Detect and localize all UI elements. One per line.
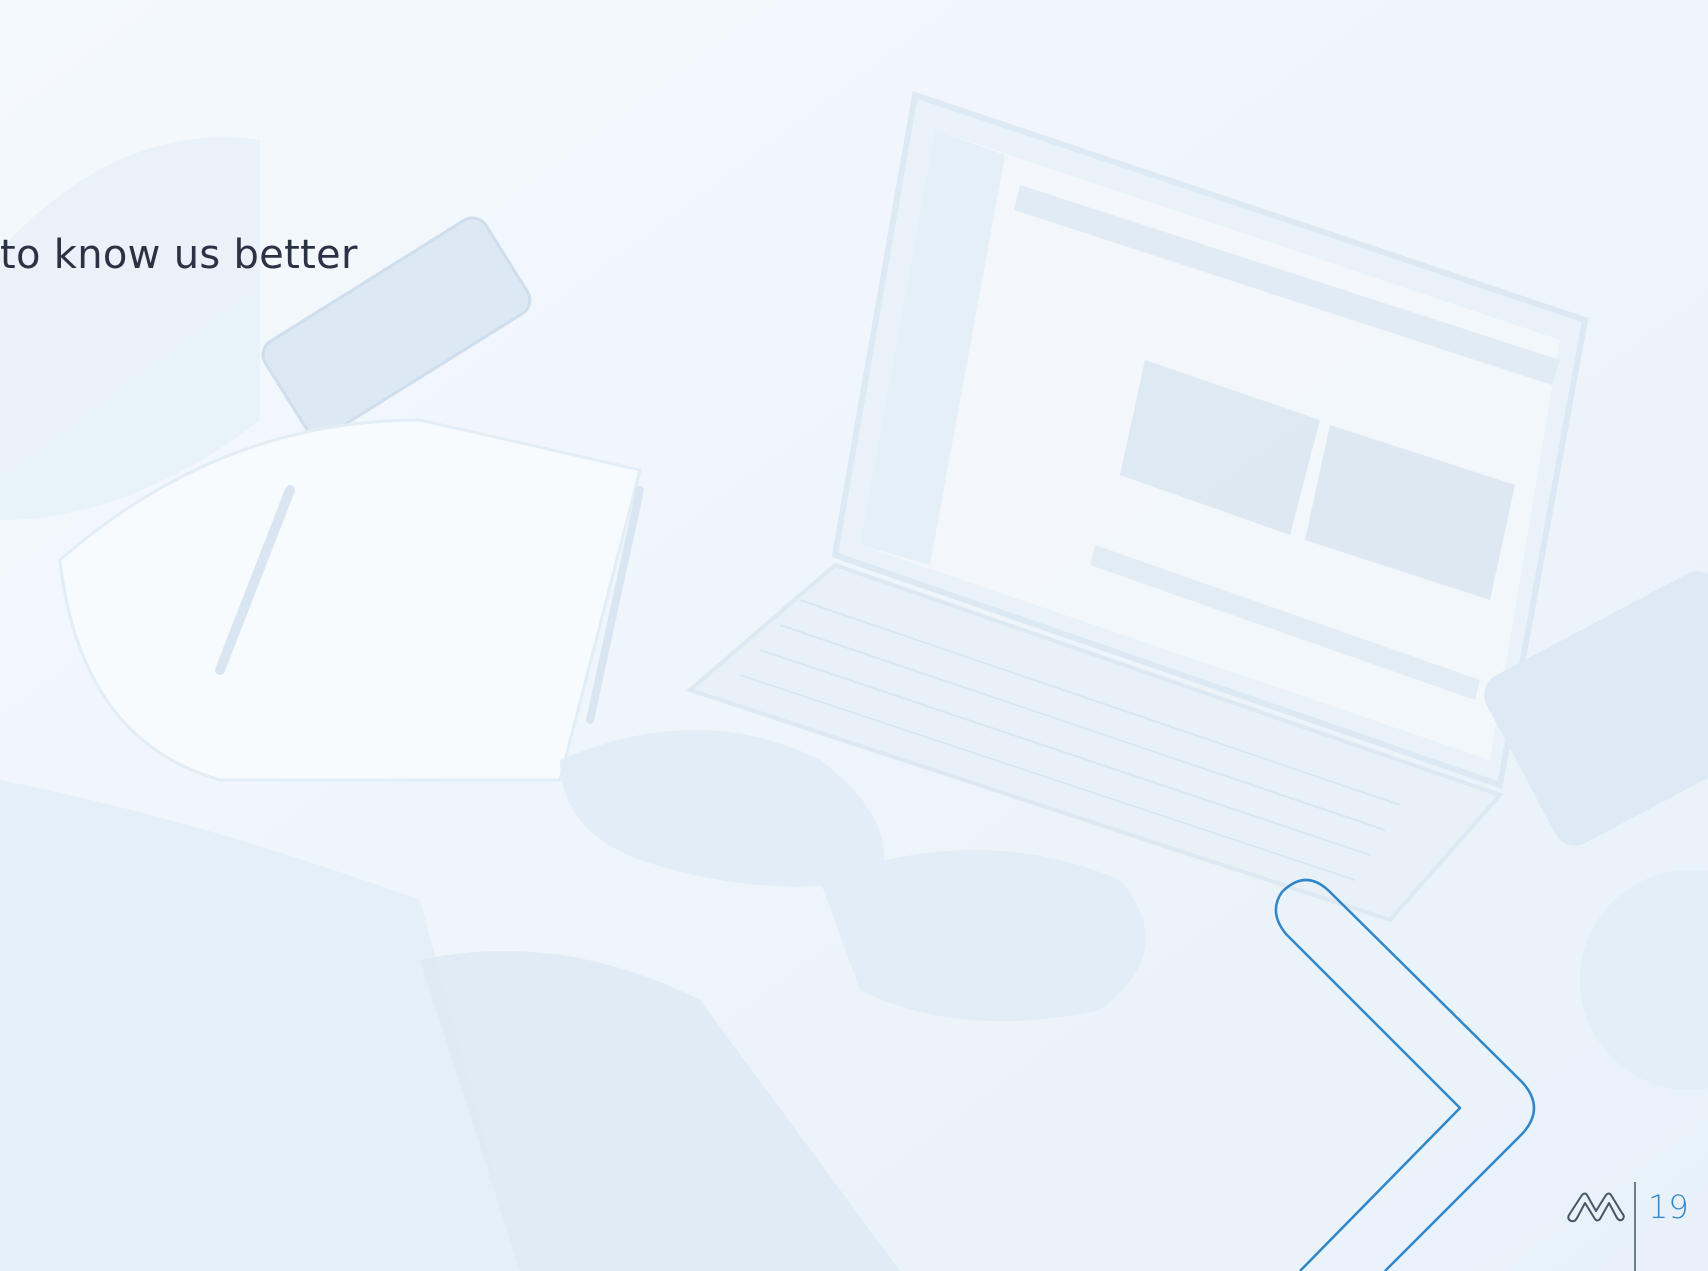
- background-photo: [0, 0, 1708, 1271]
- footer-divider: [1634, 1182, 1636, 1271]
- slide-title: to know us better: [0, 232, 358, 278]
- brand-logo-icon: [1567, 1192, 1625, 1223]
- page-number: 19: [1648, 1188, 1689, 1226]
